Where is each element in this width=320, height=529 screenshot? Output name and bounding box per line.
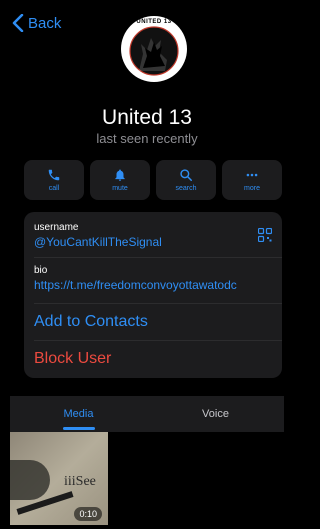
- call-button[interactable]: call: [24, 160, 84, 200]
- username-label: username: [34, 222, 79, 233]
- profile-name: United 13: [102, 106, 192, 129]
- more-label: more: [244, 185, 260, 192]
- add-to-contacts-button[interactable]: Add to Contacts: [34, 313, 282, 331]
- call-label: call: [48, 185, 60, 192]
- back-button[interactable]: Back: [12, 14, 61, 32]
- divider: [34, 257, 282, 258]
- avatar-brand-text: UNITED 13: [136, 19, 172, 25]
- divider: [34, 340, 282, 341]
- bio-row[interactable]: bio https://t.me/freedomconvoyottawatodc: [34, 265, 282, 292]
- tab-voice[interactable]: Voice: [147, 396, 284, 432]
- divider: [34, 303, 282, 304]
- more-icon: [246, 173, 258, 177]
- qr-code-icon[interactable]: [258, 228, 272, 242]
- mute-label: mute: [112, 185, 128, 192]
- thumbnail-figure: [10, 460, 50, 500]
- wolf-logo-icon: [129, 26, 179, 76]
- username-row[interactable]: username @YouCantKillTheSignal: [34, 222, 254, 249]
- more-button[interactable]: more: [222, 160, 282, 200]
- search-label: search: [175, 185, 197, 192]
- search-icon: [180, 169, 192, 181]
- username-value[interactable]: @YouCantKillTheSignal: [34, 235, 254, 249]
- tab-media[interactable]: Media: [10, 396, 147, 432]
- action-bar: call mute search more: [24, 160, 282, 200]
- bio-link[interactable]: https://t.me/freedomconvoyottawatodc: [34, 278, 282, 292]
- video-duration: 0:10: [74, 507, 102, 521]
- last-seen-status: last seen recently: [96, 131, 198, 146]
- block-user-button[interactable]: Block User: [34, 350, 282, 368]
- chevron-left-icon: [12, 14, 24, 32]
- media-thumbnail[interactable]: iiiSee 0:10: [10, 432, 108, 525]
- phone-icon: [48, 169, 60, 181]
- mute-button[interactable]: mute: [90, 160, 150, 200]
- bell-icon: [115, 169, 125, 181]
- avatar[interactable]: UNITED 13: [121, 16, 187, 82]
- thumbnail-text: iiiSee: [64, 474, 96, 489]
- bio-label: bio: [34, 265, 48, 276]
- search-button[interactable]: search: [156, 160, 216, 200]
- back-label: Back: [28, 14, 62, 32]
- media-tabs: Media Voice: [10, 396, 284, 432]
